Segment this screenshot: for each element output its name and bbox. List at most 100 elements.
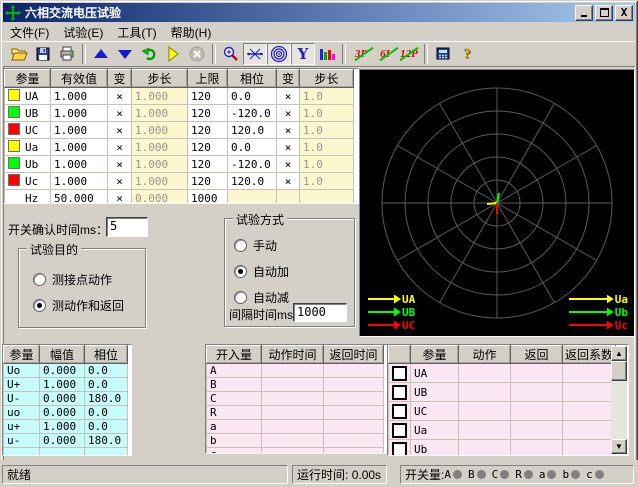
vector-field-button[interactable] xyxy=(243,43,267,65)
open-button[interactable] xyxy=(7,43,31,65)
mode-3p-button[interactable]: 3P xyxy=(349,43,373,65)
row-checkbox[interactable] xyxy=(392,423,407,438)
polar-grid-button[interactable] xyxy=(267,43,291,65)
minimize-button[interactable] xyxy=(575,5,593,21)
mode-6i-button[interactable]: 6I xyxy=(373,43,397,65)
radio-action-return[interactable] xyxy=(33,299,46,312)
radio-label[interactable]: 自动加 xyxy=(253,263,289,280)
raise-button[interactable] xyxy=(89,43,113,65)
print-button[interactable] xyxy=(55,43,79,65)
vary-cell[interactable]: × xyxy=(277,88,300,105)
result-col-return[interactable]: 返回 xyxy=(511,346,563,364)
vary-cell[interactable]: × xyxy=(277,122,300,139)
seq-col-amplitude[interactable]: 幅值 xyxy=(40,346,85,364)
vary-cell[interactable]: × xyxy=(108,190,132,205)
phase-cell[interactable]: -120.0 xyxy=(228,156,277,173)
limit-cell[interactable]: 120 xyxy=(188,105,228,122)
vary-cell[interactable]: × xyxy=(277,156,300,173)
rms-cell[interactable]: 1.000 xyxy=(51,122,108,139)
result-scrollbar[interactable]: ▲ ▼ xyxy=(611,346,627,454)
radio-label[interactable]: 测接点动作 xyxy=(52,271,112,288)
result-col-ratio[interactable]: 返回系数 xyxy=(563,346,616,364)
radio-contact-action[interactable] xyxy=(33,273,46,286)
radio-label[interactable]: 测动作和返回 xyxy=(52,297,124,314)
step-cell[interactable]: 1.0 xyxy=(300,139,354,156)
interval-input[interactable]: 1000 xyxy=(293,303,347,322)
step-cell[interactable]: 1.0 xyxy=(300,88,354,105)
row-checkbox[interactable] xyxy=(392,404,407,419)
phase-cell[interactable] xyxy=(228,190,277,205)
col-vary2[interactable]: 变 xyxy=(277,70,300,88)
calculator-button[interactable] xyxy=(431,43,455,65)
rms-cell[interactable]: 1.000 xyxy=(51,173,108,190)
vary-cell[interactable]: × xyxy=(108,122,132,139)
step-cell[interactable]: 1.000 xyxy=(132,139,188,156)
menu-help[interactable]: 帮助(H) xyxy=(164,23,219,42)
step-cell[interactable]: 1.0 xyxy=(300,156,354,173)
vary-cell[interactable]: × xyxy=(108,88,132,105)
vary-cell[interactable]: × xyxy=(108,156,132,173)
menu-file[interactable]: 文件(F) xyxy=(3,23,56,42)
phase-cell[interactable]: 120.0 xyxy=(228,122,277,139)
close-button[interactable]: X xyxy=(615,5,633,21)
limit-cell[interactable]: 120 xyxy=(188,173,228,190)
vary-cell[interactable]: × xyxy=(277,173,300,190)
step-cell[interactable]: 1.000 xyxy=(132,122,188,139)
result-col-param[interactable]: 参量 xyxy=(411,346,459,364)
step-cell[interactable]: 1.000 xyxy=(132,88,188,105)
limit-cell[interactable]: 120 xyxy=(188,122,228,139)
rms-cell[interactable]: 1.000 xyxy=(51,105,108,122)
zoom-button[interactable] xyxy=(219,43,243,65)
vary-cell[interactable] xyxy=(277,190,300,205)
vary-cell[interactable]: × xyxy=(108,173,132,190)
col-phase[interactable]: 相位 xyxy=(228,70,277,88)
rms-cell[interactable]: 1.000 xyxy=(51,88,108,105)
input-col-return-time[interactable]: 返回时间 xyxy=(324,346,384,364)
row-checkbox[interactable] xyxy=(392,385,407,400)
rms-cell[interactable]: 50.000 xyxy=(51,190,108,205)
confirm-time-input[interactable]: 5 xyxy=(106,217,148,237)
col-limit[interactable]: 上限 xyxy=(188,70,228,88)
radio-label[interactable]: 手动 xyxy=(253,237,277,254)
mode-12p-button[interactable]: 12P xyxy=(397,43,421,65)
col-vary1[interactable]: 变 xyxy=(108,70,132,88)
limit-cell[interactable]: 1000 xyxy=(188,190,228,205)
step-cell[interactable]: 1.000 xyxy=(132,105,188,122)
rms-cell[interactable]: 1.000 xyxy=(51,156,108,173)
radio-manual[interactable] xyxy=(234,239,247,252)
vary-cell[interactable]: × xyxy=(108,105,132,122)
input-col-action-time[interactable]: 动作时间 xyxy=(262,346,324,364)
step-cell[interactable]: 1.0 xyxy=(300,105,354,122)
col-rms[interactable]: 有效值 xyxy=(51,70,108,88)
col-step2[interactable]: 步长 xyxy=(300,70,354,88)
phase-cell[interactable]: -120.0 xyxy=(228,105,277,122)
menu-test[interactable]: 试验(E) xyxy=(56,23,110,42)
y-connection-button[interactable]: Y xyxy=(291,43,315,65)
save-button[interactable] xyxy=(31,43,55,65)
limit-cell[interactable]: 120 xyxy=(188,88,228,105)
phase-cell[interactable]: 0.0 xyxy=(228,139,277,156)
row-checkbox[interactable] xyxy=(392,366,407,381)
vary-cell[interactable]: × xyxy=(277,139,300,156)
limit-cell[interactable]: 120 xyxy=(188,139,228,156)
stop-button[interactable] xyxy=(185,43,209,65)
step-cell[interactable] xyxy=(300,190,354,205)
seq-col-param[interactable]: 参量 xyxy=(4,346,40,364)
step-cell[interactable]: 0.000 xyxy=(132,190,188,205)
scroll-thumb[interactable] xyxy=(611,361,627,381)
input-col-channel[interactable]: 开入量 xyxy=(207,346,262,364)
step-cell[interactable]: 1.000 xyxy=(132,156,188,173)
step-cell[interactable]: 1.0 xyxy=(300,173,354,190)
col-param[interactable]: 参量 xyxy=(5,70,51,88)
phase-cell[interactable]: 0.0 xyxy=(228,88,277,105)
step-cell[interactable]: 1.000 xyxy=(132,173,188,190)
lower-button[interactable] xyxy=(113,43,137,65)
scroll-down-button[interactable]: ▼ xyxy=(611,439,627,454)
radio-label[interactable]: 自动减 xyxy=(253,289,289,306)
maximize-button[interactable] xyxy=(595,5,613,21)
col-step1[interactable]: 步长 xyxy=(132,70,188,88)
scroll-up-button[interactable]: ▲ xyxy=(611,346,627,361)
result-col-action[interactable]: 动作 xyxy=(459,346,511,364)
help-button[interactable]: ? xyxy=(455,43,479,65)
run-button[interactable] xyxy=(161,43,185,65)
